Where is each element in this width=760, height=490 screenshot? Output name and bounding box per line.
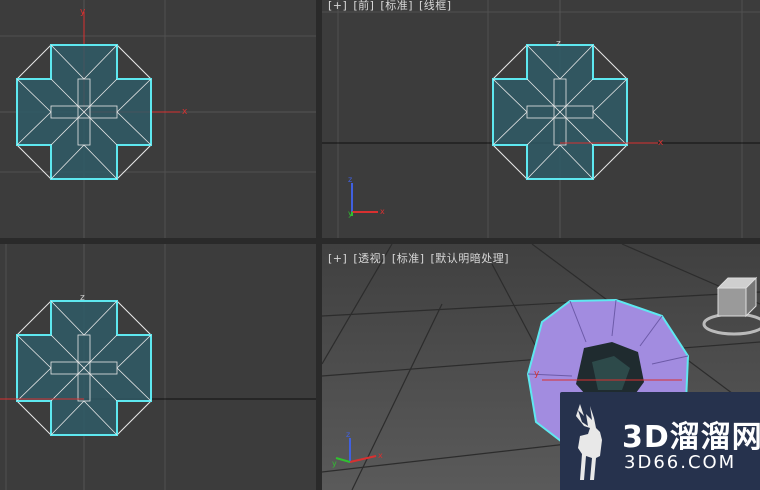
svg-text:x: x xyxy=(380,207,385,216)
front-view-canvas: z x z y x xyxy=(322,0,760,238)
viewport-menu-standard[interactable]: [标准] xyxy=(392,252,425,265)
front-x-axis-label: x xyxy=(658,138,664,148)
watermark-url: 3D66.COM xyxy=(624,452,737,473)
perspective-viewport-label[interactable]: [+] [透视] [标准] [默认明暗处理] xyxy=(328,250,515,266)
svg-text:x: x xyxy=(378,451,383,460)
left-z-axis-label: z xyxy=(80,293,85,303)
viewport-menu-plus[interactable]: [+] xyxy=(328,0,347,12)
svg-text:z: z xyxy=(346,430,350,439)
svg-text:z: z xyxy=(348,175,352,184)
viewport-menu-plus[interactable]: [+] xyxy=(328,252,347,265)
viewport-top[interactable]: y x xyxy=(0,0,316,238)
front-viewport-label[interactable]: [+] [前] [标准] [线框] xyxy=(328,0,458,13)
top-view-canvas: y x xyxy=(0,0,316,238)
viewport-front[interactable]: z x z y x [+] [前] [标准] [线框] xyxy=(322,0,760,238)
svg-text:y: y xyxy=(534,369,540,379)
left-view-canvas: z xyxy=(0,244,316,490)
top-x-axis-label: x xyxy=(182,107,188,117)
deer-logo-icon xyxy=(576,404,602,480)
viewport-menu-shading[interactable]: [默认明暗处理] xyxy=(431,252,510,265)
svg-text:y: y xyxy=(332,459,337,468)
viewport-left[interactable]: z xyxy=(0,244,316,490)
watermark-title: 3D溜溜网 xyxy=(622,420,760,455)
front-z-axis-label: z xyxy=(556,39,561,49)
front-axis-tripod: z y x xyxy=(348,175,385,218)
top-y-axis-label: y xyxy=(80,7,86,17)
viewport-menu-standard[interactable]: [标准] xyxy=(380,0,413,12)
viewport-menu-view[interactable]: [前] xyxy=(353,0,374,12)
viewport-menu-view[interactable]: [透视] xyxy=(353,252,386,265)
viewport-menu-shading[interactable]: [线框] xyxy=(419,0,452,12)
svg-text:y: y xyxy=(348,209,353,218)
watermark: 3D溜溜网 3D66.COM xyxy=(560,392,760,490)
